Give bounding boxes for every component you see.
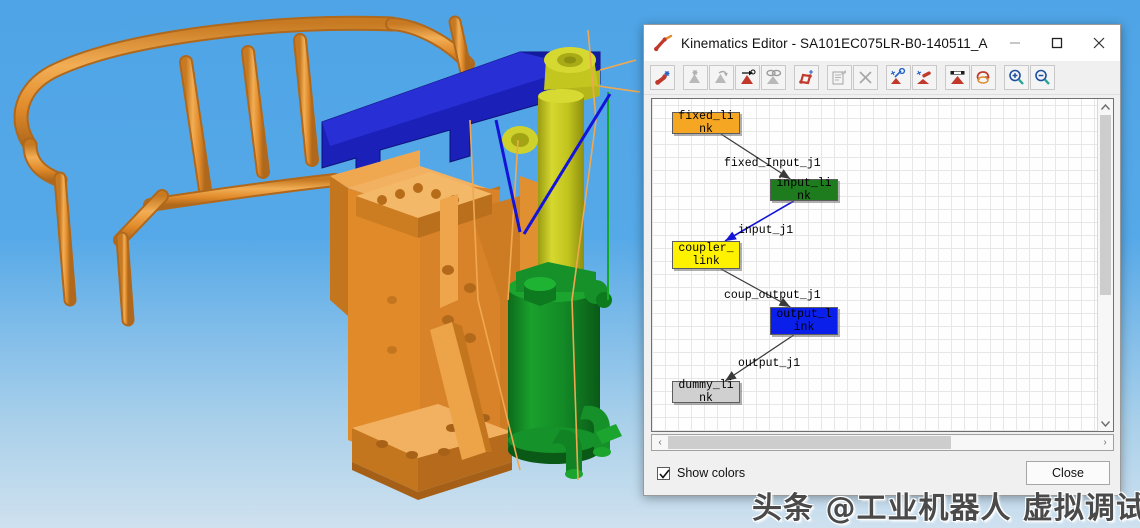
graph-edge-label-input_j1: input_j1 [738, 224, 794, 237]
minimize-icon[interactable] [994, 25, 1036, 61]
show-colors-checkbox[interactable]: Show colors [657, 466, 745, 480]
kinematics-editor-window[interactable]: Kinematics Editor - SA101EC075LR-B0-1405… [643, 24, 1121, 496]
close-icon[interactable] [1078, 25, 1120, 61]
close-button[interactable]: Close [1026, 461, 1110, 485]
maximize-icon[interactable] [1036, 25, 1078, 61]
link-chain-icon [761, 65, 786, 90]
show-colors-label: Show colors [677, 466, 746, 480]
scroll-left-arrow-icon[interactable]: ‹ [652, 435, 668, 450]
graph-edge-arrow-input_j1 [725, 231, 737, 241]
zoom-out-icon[interactable] [1030, 65, 1055, 90]
graph-node-dummy_link[interactable]: dummy_link [672, 379, 740, 405]
zoom-in-icon[interactable] [1004, 65, 1029, 90]
vertical-scroll-track[interactable] [1098, 115, 1113, 415]
set-joint-axis-icon[interactable] [735, 65, 760, 90]
scroll-down-arrow-icon[interactable] [1098, 415, 1113, 431]
vertical-scroll-thumb[interactable] [1100, 115, 1111, 295]
properties-icon [827, 65, 852, 90]
screen: X Z Kinematics Editor - SA101EC075LR-B0-… [0, 0, 1140, 528]
kinematics-robot-icon [653, 34, 673, 52]
graph-edge-label-coup_output_j1: coup_output_j1 [724, 289, 821, 302]
scroll-right-arrow-icon[interactable]: › [1097, 435, 1113, 450]
kinematics-graph-canvas[interactable]: fixed_link input_link coupler_link output_l… [652, 99, 1097, 431]
new-mechanism-icon[interactable] [794, 65, 819, 90]
refresh-links-icon[interactable] [971, 65, 996, 90]
vertical-scrollbar[interactable] [1097, 99, 1113, 431]
window-controls [994, 25, 1120, 61]
base-frame-icon[interactable] [945, 65, 970, 90]
graph-node-fixed_link[interactable]: fixed_link [672, 110, 740, 136]
window-footer: Show colors Close [644, 451, 1120, 495]
graph-canvas-area[interactable]: fixed_link input_link coupler_link output_l… [651, 98, 1114, 432]
graph-edge-label-output_j1: output_j1 [738, 357, 801, 370]
window-title: Kinematics Editor - SA101EC075LR-B0-1405… [681, 35, 988, 51]
kinematics-tool-1-icon[interactable] [886, 65, 911, 90]
horizontal-scroll-thumb[interactable] [668, 436, 952, 449]
graph-node-coupler_link[interactable]: coupler_link [672, 241, 740, 269]
checkmark-icon [659, 469, 670, 479]
delete-icon [853, 65, 878, 90]
graph-edge-label-fixed_Input_j1: fixed_Input_j1 [724, 157, 821, 170]
graph-node-output_link[interactable]: output_link [770, 307, 838, 335]
add-joint-icon [683, 65, 708, 90]
kinematics-tool-2-icon[interactable] [912, 65, 937, 90]
edit-joint-icon [709, 65, 734, 90]
toolbar[interactable] [644, 61, 1120, 95]
new-link-icon[interactable] [650, 65, 675, 90]
horizontal-scroll-track[interactable] [668, 435, 1097, 450]
scroll-up-arrow-icon[interactable] [1098, 99, 1113, 115]
horizontal-scrollbar[interactable]: ‹ › [651, 434, 1114, 451]
title-bar[interactable]: Kinematics Editor - SA101EC075LR-B0-1405… [644, 25, 1120, 61]
checkbox-box[interactable] [657, 466, 670, 480]
graph-node-input_link[interactable]: input_link [770, 177, 838, 203]
